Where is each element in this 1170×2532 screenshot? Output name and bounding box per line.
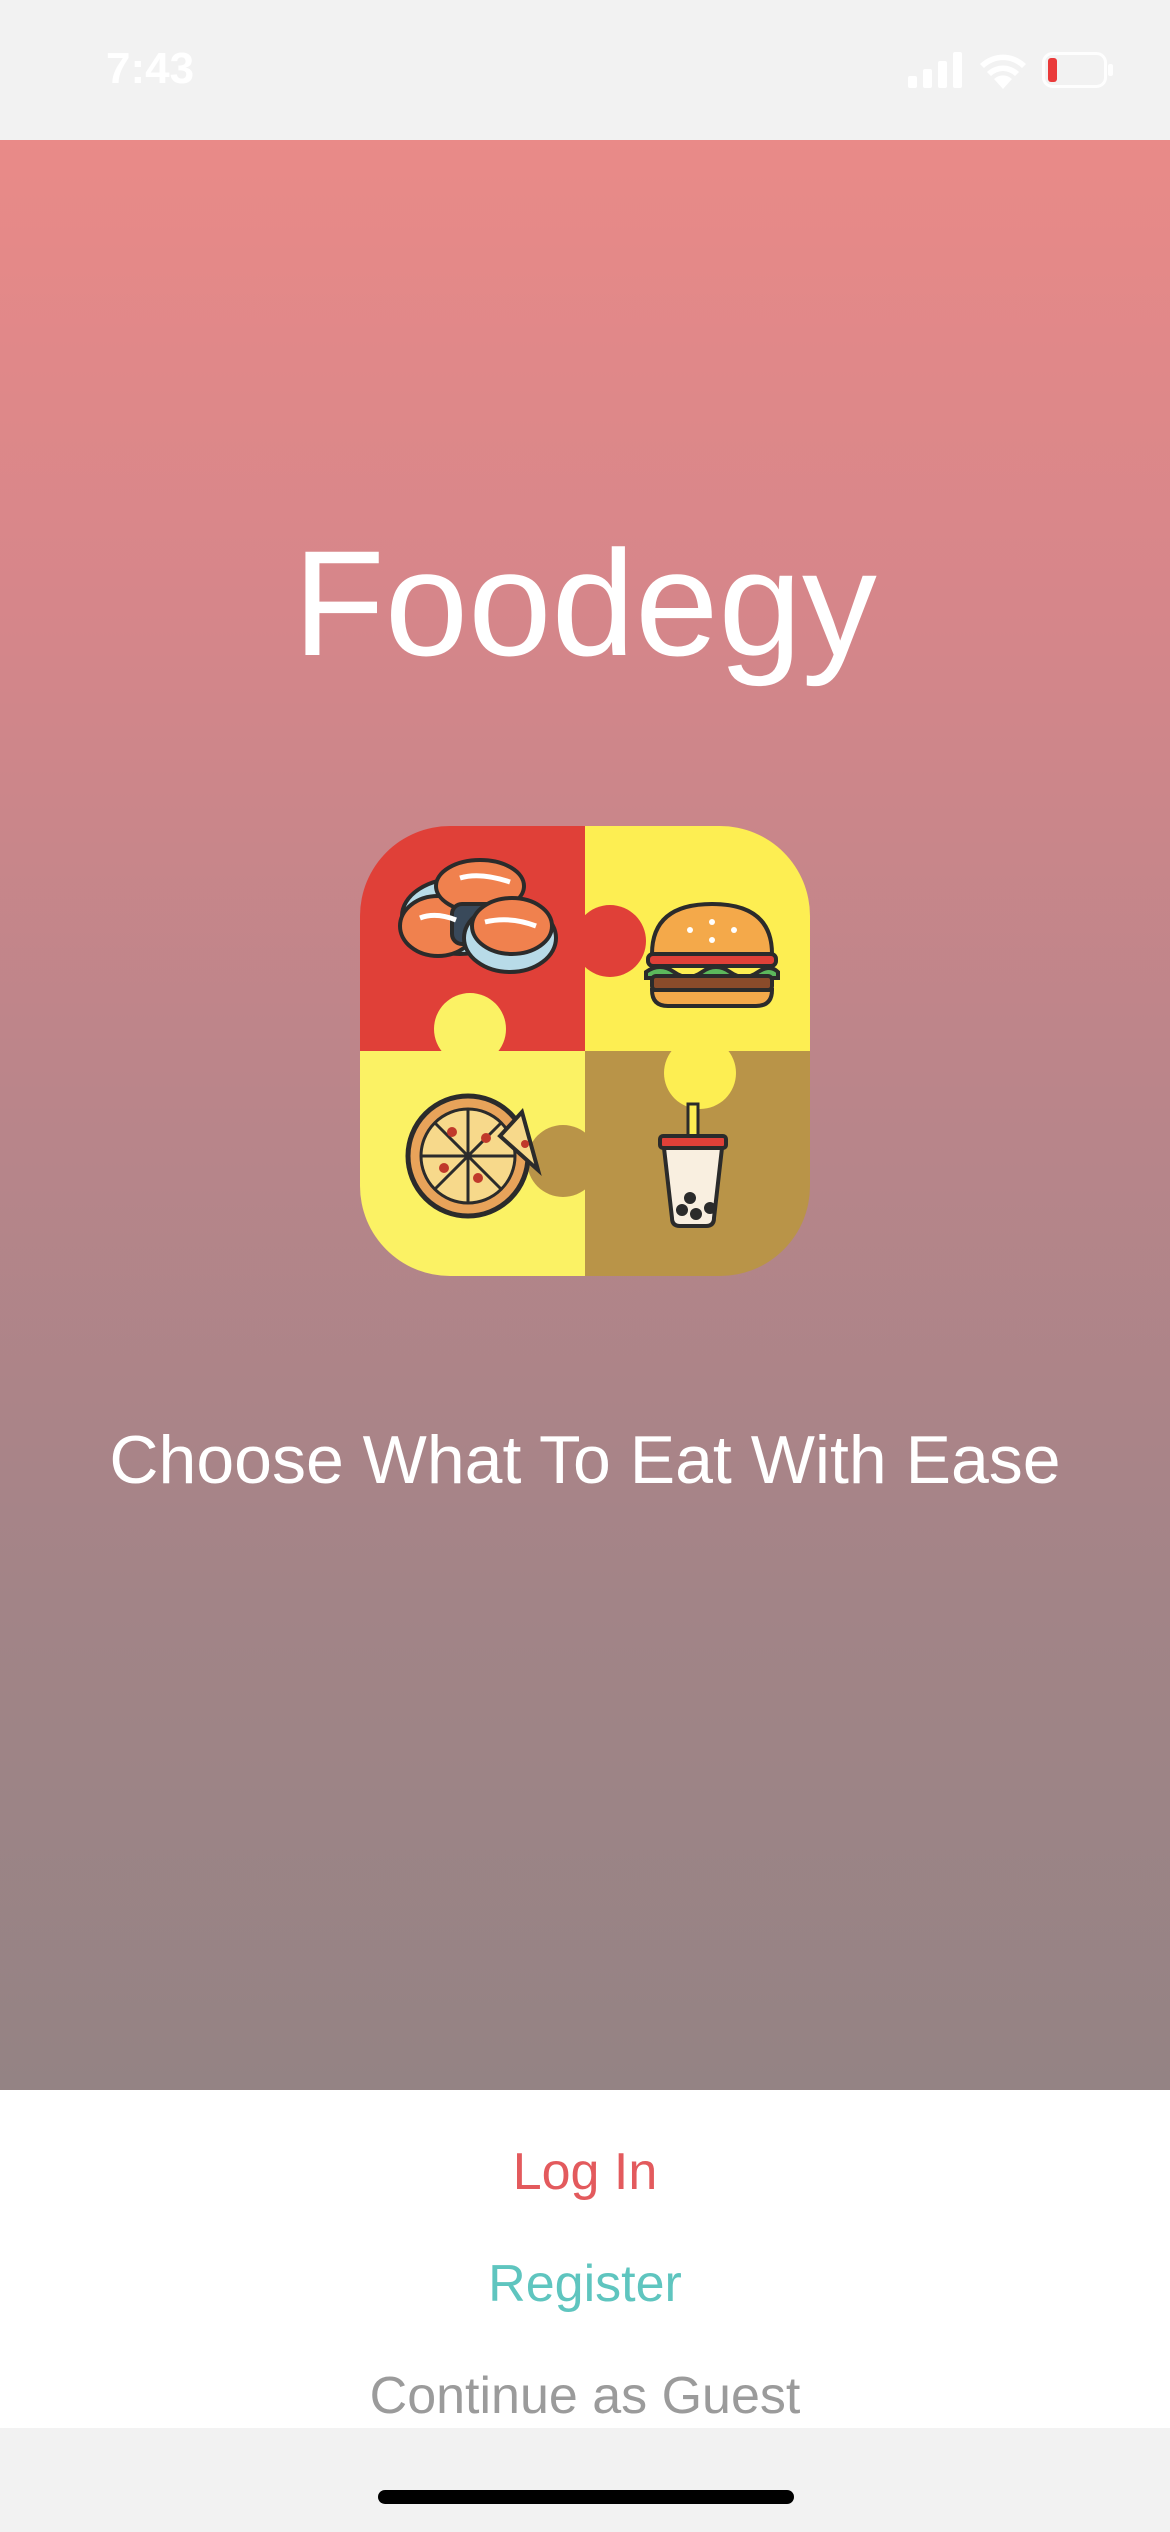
status-bar: 7:43 — [0, 0, 1170, 140]
app-title: Foodegy — [293, 519, 877, 687]
status-icons — [908, 51, 1114, 94]
login-button[interactable]: Log In — [0, 2146, 1170, 2198]
auth-actions: Log In Register Continue as Guest — [0, 2090, 1170, 2428]
tagline: Choose What To Eat With Ease — [109, 1422, 1061, 1498]
wifi-icon — [978, 51, 1028, 94]
register-button[interactable]: Register — [0, 2258, 1170, 2310]
burger-icon — [644, 901, 780, 1008]
cellular-signal-icon — [908, 51, 964, 93]
home-indicator — [378, 2490, 794, 2504]
continue-as-guest-button[interactable]: Continue as Guest — [0, 2370, 1170, 2422]
status-time: 7:43 — [106, 44, 195, 93]
hero-section: Foodegy Choose What To Eat With Ease — [0, 140, 1170, 2090]
battery-low-icon — [1042, 51, 1114, 93]
welcome-screen: 7:43 Foodegy Choose What To Eat With Eas… — [0, 0, 1170, 2532]
app-logo — [360, 826, 810, 1276]
